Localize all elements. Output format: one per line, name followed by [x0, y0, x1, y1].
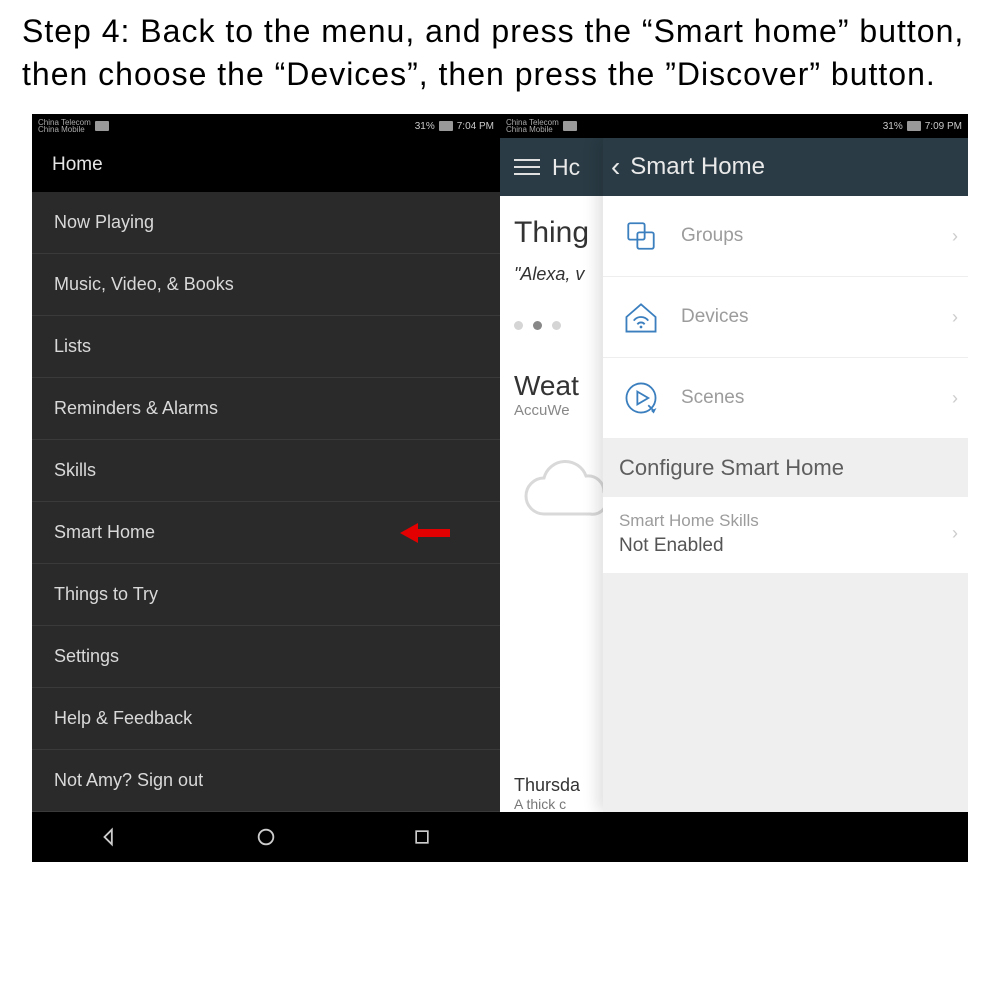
chevron-right-icon: › — [952, 388, 958, 409]
groups-icon — [619, 214, 663, 258]
back-chevron-icon[interactable]: ‹ — [611, 153, 620, 181]
status-time: 7:09 PM — [925, 121, 962, 132]
menu-list: Now Playing Music, Video, & Books Lists … — [32, 192, 500, 812]
menu-item-reminders[interactable]: Reminders & Alarms — [32, 378, 500, 440]
row-smart-home-skills[interactable]: Smart Home Skills Not Enabled › — [603, 497, 968, 573]
battery-percent: 31% — [883, 121, 903, 132]
menu-item-help[interactable]: Help & Feedback — [32, 688, 500, 750]
appbar-title-partial: Hc — [552, 154, 580, 181]
android-navbar — [32, 812, 500, 862]
menu-item-things-to-try[interactable]: Things to Try — [32, 564, 500, 626]
panel-title: Smart Home — [630, 153, 765, 181]
phone-right: China Telecom China Mobile 31% 7:09 PM H… — [500, 114, 968, 862]
nav-back-icon[interactable] — [98, 825, 122, 849]
instruction-text: Step 4: Back to the menu, and press the … — [0, 0, 1000, 114]
menu-item-mvb[interactable]: Music, Video, & Books — [32, 254, 500, 316]
configure-section-title: Configure Smart Home — [603, 439, 968, 497]
hamburger-icon[interactable] — [514, 159, 540, 175]
status-time: 7:04 PM — [457, 121, 494, 132]
row-label: Devices — [681, 306, 749, 328]
carrier-bot: China Mobile — [38, 126, 91, 134]
smart-home-panel: ‹ Smart Home Groups › — [603, 138, 968, 812]
nav-home-icon[interactable] — [254, 825, 278, 849]
menu-item-label: Smart Home — [54, 522, 155, 542]
nav-recent-icon[interactable] — [410, 825, 434, 849]
battery-icon — [907, 121, 921, 131]
row-label: Scenes — [681, 387, 744, 409]
chevron-right-icon: › — [952, 523, 958, 544]
status-bar: China Telecom China Mobile 31% 7:09 PM — [500, 114, 968, 138]
red-arrow-icon — [400, 521, 450, 545]
thursday-label: Thursda — [514, 775, 580, 796]
carrier-bot: China Mobile — [506, 126, 559, 134]
thursday-sub: A thick c — [514, 796, 580, 812]
panel-header: ‹ Smart Home — [603, 138, 968, 196]
chevron-right-icon: › — [952, 226, 958, 247]
screenshots-container: China Telecom China Mobile 31% 7:04 PM H… — [32, 114, 968, 862]
menu-item-lists[interactable]: Lists — [32, 316, 500, 378]
menu-item-smart-home[interactable]: Smart Home — [32, 502, 500, 564]
status-icon — [563, 121, 577, 131]
scenes-icon — [619, 376, 663, 420]
menu-item-now-playing[interactable]: Now Playing — [32, 192, 500, 254]
menu-item-skills[interactable]: Skills — [32, 440, 500, 502]
menu-item-signout[interactable]: Not Amy? Sign out — [32, 750, 500, 812]
phone-left: China Telecom China Mobile 31% 7:04 PM H… — [32, 114, 500, 862]
skills-value: Not Enabled — [619, 535, 952, 557]
row-scenes[interactable]: Scenes › — [603, 358, 968, 439]
row-groups[interactable]: Groups › — [603, 196, 968, 277]
chevron-right-icon: › — [952, 307, 958, 328]
status-icon — [95, 121, 109, 131]
battery-percent: 31% — [415, 121, 435, 132]
right-body: Hc Thing "Alexa, v Weat AccuWe — [500, 138, 968, 812]
row-label: Groups — [681, 225, 743, 247]
menu-item-settings[interactable]: Settings — [32, 626, 500, 688]
row-devices[interactable]: Devices › — [603, 277, 968, 358]
menu-header[interactable]: Home — [32, 138, 500, 192]
nav-drawer: Home Now Playing Music, Video, & Books L… — [32, 138, 500, 812]
battery-icon — [439, 121, 453, 131]
devices-icon — [619, 295, 663, 339]
skills-label: Smart Home Skills — [619, 511, 952, 531]
status-bar: China Telecom China Mobile 31% 7:04 PM — [32, 114, 500, 138]
